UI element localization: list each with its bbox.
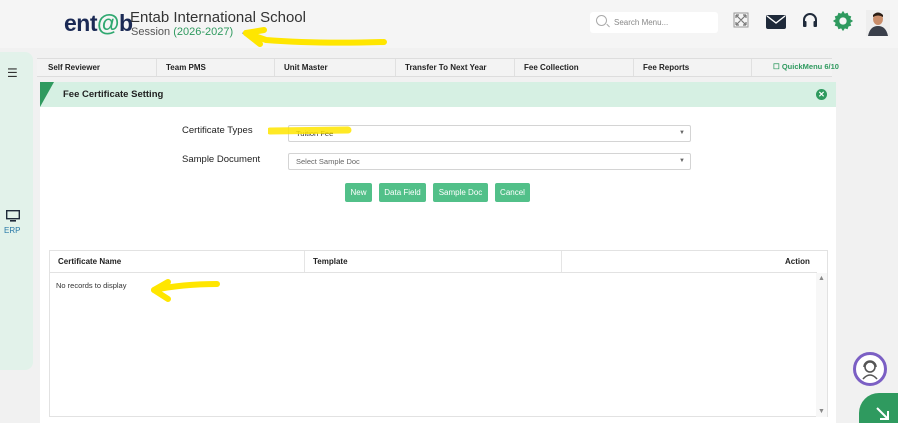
sample-document-select[interactable]: Select Sample Doc ▼: [288, 153, 691, 170]
quickmenu-link[interactable]: ☐ QuickMenu 6/10: [773, 62, 839, 71]
scroll-down-icon[interactable]: ▼: [818, 408, 825, 415]
tab-unit-master[interactable]: Unit Master: [275, 59, 396, 76]
search-icon: [596, 15, 607, 26]
tab-team-pms[interactable]: Team PMS: [157, 59, 275, 76]
empty-message: No records to display: [56, 281, 127, 290]
sample-document-label: Sample Document: [182, 154, 261, 165]
support-agent-icon[interactable]: [853, 352, 887, 386]
shortcut-button[interactable]: [859, 393, 898, 423]
search-box[interactable]: [590, 12, 718, 33]
annotation-arrow-records: [151, 279, 220, 302]
top-header: ent@b Entab International School Session…: [0, 0, 898, 48]
grid-header: Certificate Name Template Action: [50, 251, 817, 273]
monitor-icon[interactable]: [6, 210, 20, 222]
new-button[interactable]: New: [345, 183, 372, 202]
column-certificate-name[interactable]: Certificate Name: [58, 257, 121, 266]
gear-icon[interactable]: [832, 10, 854, 32]
session-selector[interactable]: Session (2026-2027) ⌄: [131, 26, 249, 38]
entab-logo[interactable]: ent@b: [64, 10, 133, 37]
data-field-button[interactable]: Data Field: [379, 183, 426, 202]
fullscreen-icon[interactable]: [733, 12, 749, 28]
menu-icon[interactable]: ☰: [7, 66, 18, 80]
user-avatar[interactable]: [866, 10, 890, 36]
headset-icon[interactable]: [802, 12, 818, 30]
module-tabs: Self Reviewer Team PMS Unit Master Trans…: [37, 58, 832, 77]
header-accent: [40, 82, 54, 107]
sample-document-placeholder: Select Sample Doc: [296, 157, 360, 166]
bookmark-icon: ☐: [773, 62, 780, 71]
side-rail: ☰ ERP: [0, 52, 33, 370]
certificate-types-label: Certificate Types: [182, 125, 253, 136]
column-action[interactable]: Action: [785, 257, 810, 266]
caret-down-icon: ▼: [679, 158, 685, 164]
mail-icon[interactable]: [766, 15, 786, 29]
arrow-icon: [876, 407, 889, 420]
tab-self-reviewer[interactable]: Self Reviewer: [39, 59, 157, 76]
grid-scrollbar[interactable]: ▲ ▼: [816, 273, 827, 417]
panel-title: Fee Certificate Setting: [63, 89, 164, 100]
tab-fee-collection[interactable]: Fee Collection: [515, 59, 634, 76]
erp-label[interactable]: ERP: [4, 226, 20, 235]
annotation-arrow-session: [243, 27, 387, 47]
column-divider: [561, 251, 562, 272]
search-input[interactable]: [614, 15, 712, 29]
column-template[interactable]: Template: [313, 257, 348, 266]
cancel-button[interactable]: Cancel: [495, 183, 530, 202]
tab-transfer-to-next-year[interactable]: Transfer To Next Year: [396, 59, 515, 76]
panel-header: Fee Certificate Setting ✕: [40, 82, 836, 107]
scroll-up-icon[interactable]: ▲: [818, 275, 825, 282]
tab-fee-reports[interactable]: Fee Reports: [634, 59, 752, 76]
sample-doc-button[interactable]: Sample Doc: [433, 183, 488, 202]
column-divider: [304, 251, 305, 272]
close-icon[interactable]: ✕: [816, 89, 827, 100]
caret-down-icon: ▼: [679, 130, 685, 136]
annotation-highlight-certificate: [268, 126, 352, 135]
